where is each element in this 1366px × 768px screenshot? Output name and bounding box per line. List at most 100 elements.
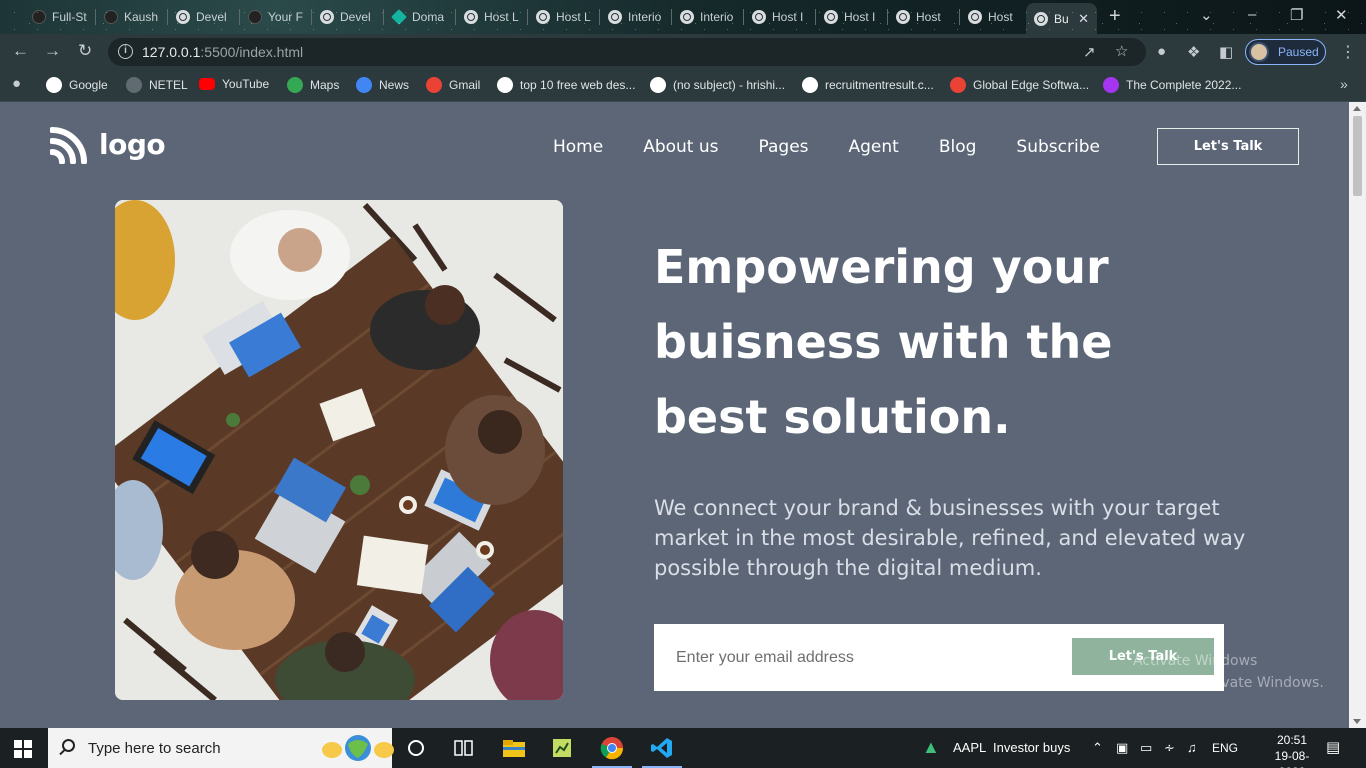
url-host: 127.0.0.1 xyxy=(142,44,201,60)
site-info-icon[interactable]: i xyxy=(118,44,133,59)
browser-tab[interactable]: Host I xyxy=(744,5,816,29)
site-logo[interactable]: logo xyxy=(50,124,166,164)
browser-tab[interactable]: Bu ✕ xyxy=(1026,3,1097,34)
nav-subscribe[interactable]: Subscribe xyxy=(1016,137,1100,157)
bookmark-label: recruitmentresult.c... xyxy=(825,78,934,92)
email-input[interactable] xyxy=(654,624,1064,691)
minimize-icon[interactable]: – xyxy=(1248,6,1256,23)
windows-activation-watermark: Activate Windows Go to Settings to activ… xyxy=(1073,650,1324,694)
tray-chevron-icon[interactable]: ⌃ xyxy=(1092,740,1103,756)
new-tab-button[interactable]: + xyxy=(1109,6,1121,26)
stocks-widget-icon[interactable]: ▲ xyxy=(922,737,940,758)
extensions-puzzle-icon[interactable]: ❖ xyxy=(1187,43,1200,61)
globe-icon xyxy=(536,10,550,24)
tab-search-icon[interactable]: ⌄ xyxy=(1200,6,1213,24)
bookmark-star-icon[interactable]: ☆ xyxy=(1115,42,1128,60)
forward-icon[interactable]: → xyxy=(44,41,61,61)
bookmark-label: Maps xyxy=(310,78,340,92)
scroll-thumb[interactable] xyxy=(1353,116,1362,196)
cortana-icon[interactable] xyxy=(392,728,440,768)
browser-tab[interactable]: Interio xyxy=(600,5,672,29)
battery-icon[interactable]: ▭ xyxy=(1140,740,1152,756)
restore-icon[interactable]: ❐ xyxy=(1290,6,1303,24)
excel-like-app-icon[interactable] xyxy=(538,728,586,768)
bookmark-label: top 10 free web des... xyxy=(520,78,636,92)
browser-tab[interactable]: Kaush xyxy=(96,5,168,29)
stock-ticker[interactable]: AAPL xyxy=(953,740,986,755)
vscode-icon[interactable] xyxy=(638,728,686,768)
logo-wifi-icon xyxy=(50,127,87,164)
nav-pages[interactable]: Pages xyxy=(759,137,809,157)
windows-start-icon[interactable] xyxy=(14,740,32,758)
github-icon xyxy=(32,10,46,24)
gmail-icon xyxy=(950,77,966,93)
browser-tab[interactable]: Host xyxy=(888,5,960,29)
bookmark-item[interactable]: YouTube xyxy=(199,77,269,91)
bookmark-item[interactable]: recruitmentresult.c... xyxy=(802,77,934,93)
nav-home[interactable]: Home xyxy=(553,137,603,157)
menu-kebab-icon[interactable]: ⋮ xyxy=(1340,42,1356,62)
watermark-title: Activate Windows xyxy=(1133,653,1258,669)
nav-about-us[interactable]: About us xyxy=(643,137,718,157)
file-explorer-icon[interactable] xyxy=(490,728,538,768)
hero-image xyxy=(115,200,563,700)
browser-tab[interactable]: Host L xyxy=(528,5,600,29)
bookmark-label: NETEL xyxy=(149,78,188,92)
nav-blog[interactable]: Blog xyxy=(939,137,977,157)
meet-now-icon[interactable]: ▣ xyxy=(1116,740,1128,756)
browser-tab[interactable]: Your F xyxy=(240,5,312,29)
browser-tab[interactable]: Host I xyxy=(816,5,888,29)
more-bookmarks-icon[interactable]: » xyxy=(1340,76,1348,92)
browser-tab[interactable]: Devel xyxy=(312,5,384,29)
globe-icon xyxy=(1034,11,1048,26)
profile-button[interactable]: Paused xyxy=(1245,39,1326,65)
bookmark-item[interactable]: Maps xyxy=(287,77,339,93)
maps-icon xyxy=(287,77,303,93)
close-tab-icon[interactable]: ✕ xyxy=(1078,11,1089,27)
browser-tab[interactable]: Doma xyxy=(384,5,456,29)
nav-agent[interactable]: Agent xyxy=(849,137,899,157)
chrome-icon[interactable] xyxy=(588,728,636,768)
apps-icon[interactable]: ● xyxy=(12,75,21,92)
stock-headline[interactable]: Investor buys xyxy=(993,740,1070,755)
notification-center-icon[interactable]: ▤ xyxy=(1326,738,1340,756)
globe-icon xyxy=(896,10,910,24)
close-window-icon[interactable]: ✕ xyxy=(1335,6,1348,24)
bookmark-item[interactable]: NETEL xyxy=(126,77,188,93)
bookmark-item[interactable]: Gmail xyxy=(426,77,480,93)
task-view-icon[interactable] xyxy=(440,728,488,768)
browser-toolbar: ← → ↻ i 127.0.0.1:5500/index.html ↗ ☆ ● … xyxy=(0,34,1366,70)
reload-icon[interactable]: ↻ xyxy=(78,41,92,61)
bookmark-item[interactable]: Google xyxy=(46,77,108,93)
system-clock[interactable]: 20:51 19-08-2022 xyxy=(1262,732,1322,768)
tab-title: Bu xyxy=(1054,11,1069,26)
volume-icon[interactable]: ♫ xyxy=(1187,740,1197,755)
wifi-icon[interactable]: ∻ xyxy=(1164,740,1175,756)
globe-icon xyxy=(126,77,142,93)
browser-tab[interactable]: Devel xyxy=(168,5,240,29)
bookmark-item[interactable]: top 10 free web des... xyxy=(497,77,635,93)
bookmark-item[interactable]: (no subject) - hrishi... xyxy=(650,77,785,93)
profile-status: Paused xyxy=(1278,45,1319,59)
address-bar[interactable]: i 127.0.0.1:5500/index.html ↗ ☆ xyxy=(108,38,1146,66)
bookmark-item[interactable]: Global Edge Softwa... xyxy=(950,77,1089,93)
header-lets-talk-button[interactable]: Let's Talk xyxy=(1157,128,1299,165)
browser-tab[interactable]: Host xyxy=(960,5,1032,29)
back-icon[interactable]: ← xyxy=(12,41,29,61)
taskbar-search[interactable]: Type here to search xyxy=(48,728,394,768)
side-panel-icon[interactable]: ◧ xyxy=(1219,43,1233,61)
scroll-up-icon[interactable] xyxy=(1353,106,1361,111)
scroll-down-icon[interactable] xyxy=(1353,719,1361,724)
language-indicator[interactable]: ENG xyxy=(1212,741,1238,755)
share-icon[interactable]: ↗ xyxy=(1083,43,1096,61)
clock-time: 20:51 xyxy=(1276,733,1308,747)
extension-bug-icon[interactable]: ● xyxy=(1157,43,1166,60)
bookmark-item[interactable]: News xyxy=(356,77,409,93)
browser-tab[interactable]: Interio xyxy=(672,5,744,29)
url-text[interactable]: 127.0.0.1:5500/index.html xyxy=(142,44,303,60)
browser-tab[interactable]: Host L xyxy=(456,5,528,29)
browser-tab[interactable]: Full-St xyxy=(24,5,96,29)
bookmark-item[interactable]: The Complete 2022... xyxy=(1103,77,1241,93)
gmail-icon xyxy=(426,77,442,93)
page-scrollbar[interactable] xyxy=(1349,102,1366,728)
